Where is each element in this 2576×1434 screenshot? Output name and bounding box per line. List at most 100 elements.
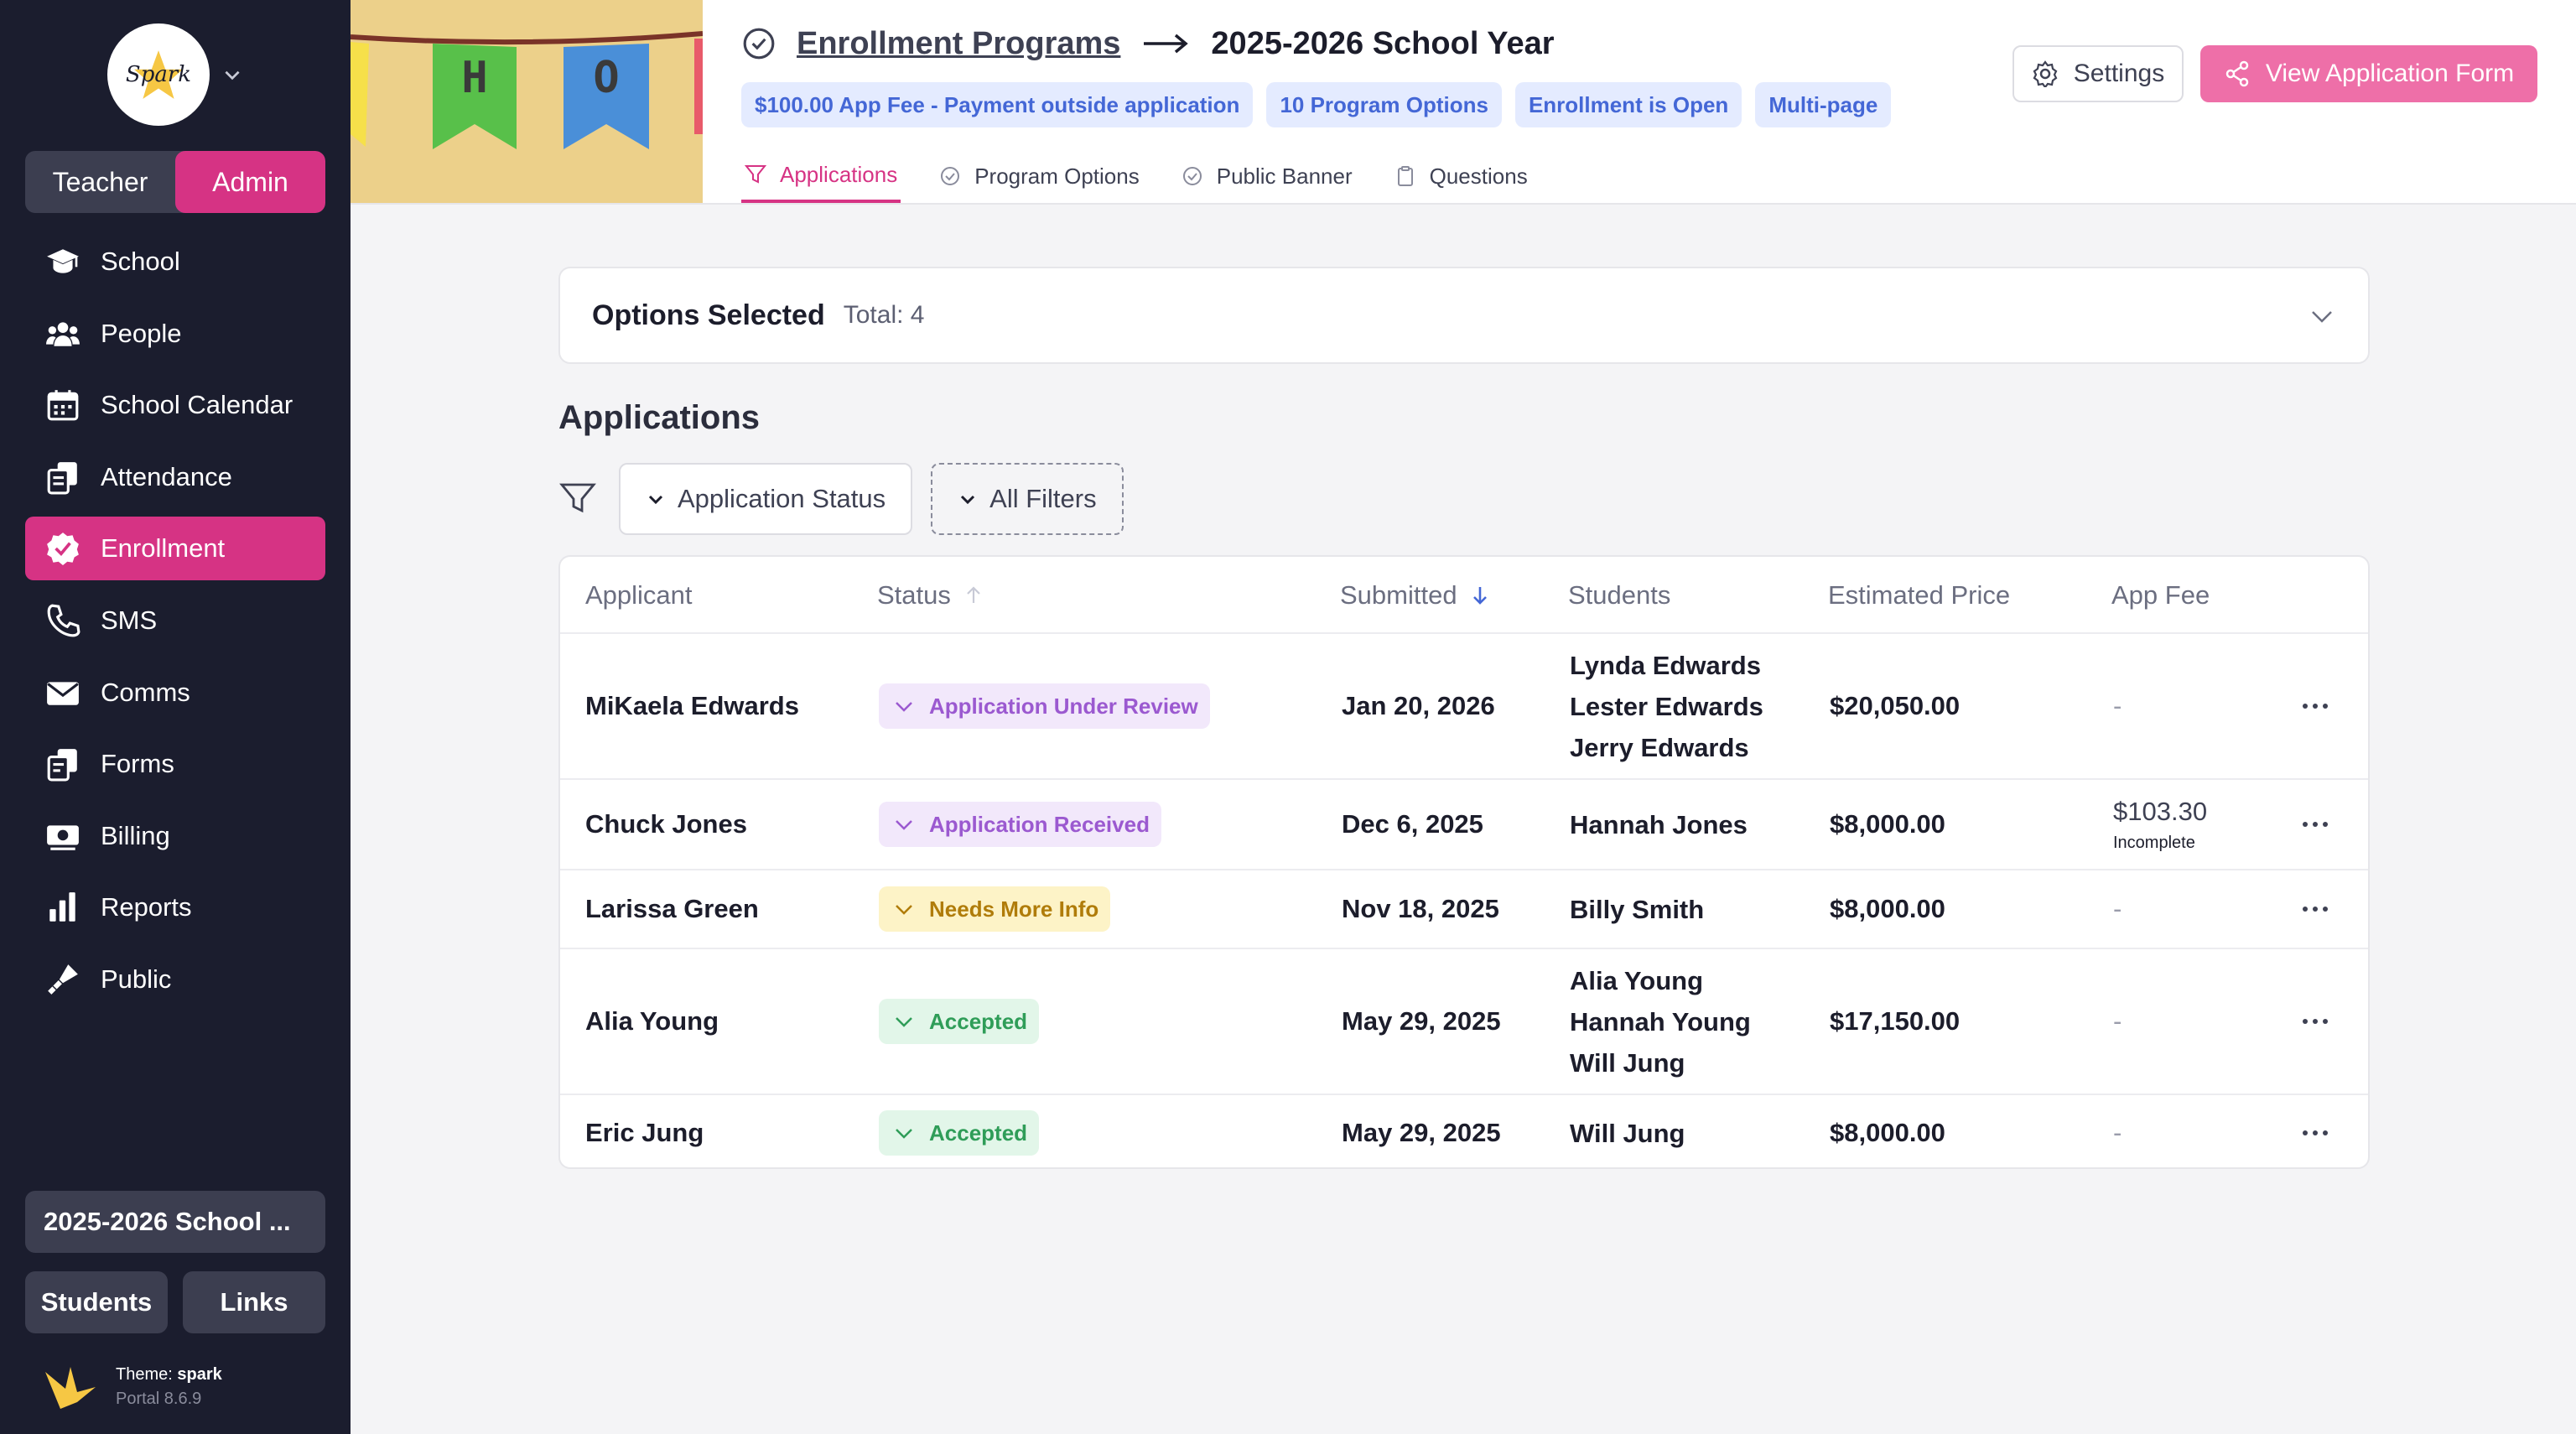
sidebar-item-label: Reports bbox=[101, 892, 192, 922]
sidebar-item-enrollment[interactable]: Enrollment bbox=[25, 517, 325, 581]
app-fee: - bbox=[2113, 894, 2122, 923]
megaphone-icon bbox=[44, 960, 82, 999]
more-options-icon[interactable] bbox=[2301, 820, 2329, 829]
school-year-button[interactable]: 2025-2026 School ... bbox=[25, 1191, 325, 1253]
enrollment-check-icon bbox=[44, 529, 82, 568]
column-submitted[interactable]: Submitted bbox=[1340, 557, 1491, 634]
submitted-date: May 29, 2025 bbox=[1342, 1118, 1501, 1147]
chevron-down-icon bbox=[896, 1017, 912, 1027]
banner-letter-o: O bbox=[593, 53, 619, 103]
status-cell: Application Received bbox=[879, 780, 1161, 869]
tab-questions[interactable]: Questions bbox=[1391, 149, 1531, 203]
student-name: Lester Edwards bbox=[1570, 691, 1763, 721]
role-teacher-button[interactable]: Teacher bbox=[25, 151, 175, 213]
school-cap-icon bbox=[44, 242, 82, 281]
tab-program-options[interactable]: Program Options bbox=[936, 149, 1143, 203]
sidebar-item-people[interactable]: People bbox=[25, 302, 325, 366]
estimated-price: $8,000.00 bbox=[1830, 1118, 1945, 1147]
sidebar-item-label: Enrollment bbox=[101, 533, 226, 564]
estimated-price: $20,050.00 bbox=[1830, 691, 1961, 720]
students-list: Hannah Jones bbox=[1570, 780, 1748, 869]
check-circle-icon bbox=[743, 28, 775, 60]
student-name: Hannah Young bbox=[1570, 1006, 1751, 1037]
logo-text: Spark bbox=[125, 62, 192, 87]
status-badge[interactable]: Application Received bbox=[879, 802, 1161, 847]
student-name: Will Jung bbox=[1570, 1118, 1685, 1148]
tag-program-options[interactable]: 10 Program Options bbox=[1266, 82, 1502, 127]
tab-applications[interactable]: Applications bbox=[741, 149, 901, 203]
view-application-form-button[interactable]: View Application Form bbox=[2200, 45, 2537, 102]
status-badge[interactable]: Accepted bbox=[879, 1110, 1040, 1156]
spark-logo: Spark bbox=[107, 23, 210, 126]
settings-button[interactable]: Settings bbox=[2012, 45, 2184, 102]
chevron-down-icon[interactable] bbox=[2308, 302, 2336, 330]
sidebar-item-label: People bbox=[101, 318, 182, 348]
sidebar-item-comms[interactable]: Comms bbox=[25, 661, 325, 725]
tab-public-banner[interactable]: Public Banner bbox=[1178, 149, 1356, 203]
status-badge[interactable]: Application Under Review bbox=[879, 683, 1210, 729]
school-logo-menu[interactable]: Spark bbox=[107, 23, 243, 126]
table-row[interactable]: MiKaela Edwards Application Under Review… bbox=[560, 634, 2368, 780]
options-selected-panel[interactable]: Options Selected Total: 4 bbox=[558, 267, 2370, 364]
share-icon bbox=[2225, 60, 2249, 87]
applicant-name[interactable]: Chuck Jones bbox=[585, 780, 747, 869]
status-badge[interactable]: Needs More Info bbox=[879, 886, 1111, 932]
column-students[interactable]: Students bbox=[1568, 557, 1670, 634]
sidebar-item-label: Comms bbox=[101, 677, 190, 707]
chevron-down-icon[interactable] bbox=[221, 64, 243, 86]
sidebar-item-school-calendar[interactable]: School Calendar bbox=[25, 373, 325, 437]
app-fee: - bbox=[2113, 1118, 2122, 1147]
sidebar-item-school[interactable]: School bbox=[25, 230, 325, 294]
sidebar-item-label: School bbox=[101, 247, 180, 276]
sidebar-item-public[interactable]: Public bbox=[25, 948, 325, 1011]
sort-arrow-up-icon bbox=[967, 586, 980, 603]
program-banner-image: H O bbox=[351, 0, 703, 203]
table-row[interactable]: Chuck Jones Application Received Dec 6, … bbox=[560, 780, 2368, 870]
column-status[interactable]: Status bbox=[877, 557, 984, 634]
more-options-icon[interactable] bbox=[2301, 702, 2329, 710]
role-admin-button[interactable]: Admin bbox=[175, 151, 325, 213]
more-options-icon[interactable] bbox=[2301, 1017, 2329, 1026]
app-fee-amount: $103.30 bbox=[2113, 796, 2208, 826]
sidebar-nav: School People School Calendar Attendance… bbox=[25, 230, 325, 1020]
role-toggle: Teacher Admin bbox=[25, 151, 325, 213]
chevron-down-icon bbox=[896, 702, 912, 712]
banner-letter-h: H bbox=[461, 53, 487, 103]
sidebar-item-forms[interactable]: Forms bbox=[25, 732, 325, 796]
tag-app-fee[interactable]: $100.00 App Fee - Payment outside applic… bbox=[741, 82, 1254, 127]
more-options-icon[interactable] bbox=[2301, 905, 2329, 913]
table-row[interactable]: Alia Young Accepted May 29, 2025 Alia Yo… bbox=[560, 949, 2368, 1095]
page-title: 2025-2026 School Year bbox=[1211, 25, 1555, 61]
attendance-icon bbox=[44, 458, 82, 496]
table-row[interactable]: Larissa Green Needs More Info Nov 18, 20… bbox=[560, 870, 2368, 949]
table-row[interactable]: Eric Jung Accepted May 29, 2025 Will Jun… bbox=[560, 1095, 2368, 1167]
students-button[interactable]: Students bbox=[25, 1271, 168, 1333]
sidebar-item-reports[interactable]: Reports bbox=[25, 875, 325, 939]
more-options-icon[interactable] bbox=[2301, 1129, 2329, 1137]
applicant-name[interactable]: Eric Jung bbox=[585, 1095, 704, 1167]
app-fee: - bbox=[2113, 691, 2122, 720]
links-button[interactable]: Links bbox=[183, 1271, 325, 1333]
filter-icon[interactable] bbox=[558, 480, 597, 518]
applicant-name[interactable]: Alia Young bbox=[585, 949, 719, 1094]
column-estimated-price[interactable]: Estimated Price bbox=[1828, 557, 2010, 634]
sidebar-item-attendance[interactable]: Attendance bbox=[25, 445, 325, 509]
forms-icon bbox=[44, 745, 82, 783]
applicant-name[interactable]: MiKaela Edwards bbox=[585, 634, 799, 778]
submitted-date: May 29, 2025 bbox=[1342, 1006, 1501, 1036]
application-status-filter[interactable]: Application Status bbox=[619, 463, 913, 535]
students-list: Lynda Edwards Lester Edwards Jerry Edwar… bbox=[1570, 634, 1763, 778]
tag-multi-page[interactable]: Multi-page bbox=[1755, 82, 1892, 127]
estimated-price: $8,000.00 bbox=[1830, 809, 1945, 839]
app-fee: $103.30 Incomplete bbox=[2113, 780, 2207, 869]
sidebar-item-billing[interactable]: Billing bbox=[25, 804, 325, 868]
column-app-fee[interactable]: App Fee bbox=[2111, 557, 2210, 634]
applicant-name[interactable]: Larissa Green bbox=[585, 870, 759, 948]
tag-enrollment-open[interactable]: Enrollment is Open bbox=[1514, 82, 1742, 127]
chevron-down-icon bbox=[896, 905, 912, 915]
status-badge[interactable]: Accepted bbox=[879, 999, 1040, 1044]
column-applicant[interactable]: Applicant bbox=[585, 557, 693, 634]
breadcrumb-enrollment-programs-link[interactable]: Enrollment Programs bbox=[797, 26, 1120, 62]
all-filters-button[interactable]: All Filters bbox=[931, 463, 1124, 535]
sidebar-item-sms[interactable]: SMS bbox=[25, 589, 325, 652]
